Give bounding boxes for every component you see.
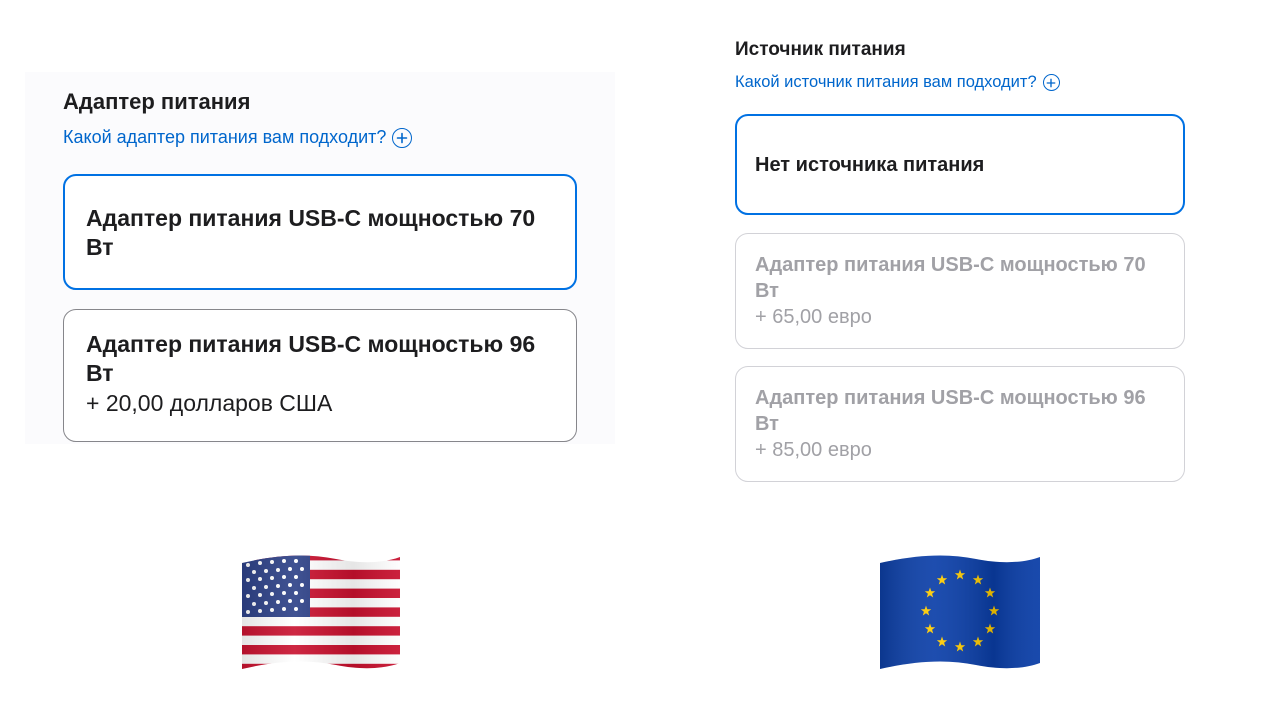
eu-section-title: Источник питания: [735, 39, 906, 60]
us-flag-icon: [242, 555, 400, 669]
us-option-70w[interactable]: Адаптер питания USB-C мощностью 70 Вт: [63, 174, 577, 290]
option-price: + 65,00 евро: [755, 306, 872, 328]
eu-help-link-text: Какой источник питания вам подходит?: [735, 73, 1037, 91]
us-option-96w[interactable]: Адаптер питания USB-C мощностью 96 Вт + …: [63, 309, 577, 442]
us-section-title: Адаптер питания: [63, 89, 251, 114]
option-price: + 85,00 евро: [755, 439, 872, 461]
us-help-link[interactable]: Какой адаптер питания вам подходит?: [63, 127, 413, 148]
eu-power-source-section: Источник питания Какой источник питания …: [705, 28, 1215, 500]
option-label: Адаптер питания USB-C мощностью 96 Вт: [86, 331, 536, 386]
option-label: Адаптер питания USB-C мощностью 70 Вт: [755, 254, 1146, 302]
option-label: Нет источника питания: [755, 154, 985, 176]
plus-circle-icon: [392, 127, 413, 148]
eu-flag-icon: [880, 555, 1040, 669]
us-power-adapter-section: Адаптер питания Какой адаптер питания ва…: [25, 72, 615, 444]
plus-circle-icon: [1042, 74, 1060, 91]
comparison-screenshot: Адаптер питания Какой адаптер питания ва…: [0, 0, 1280, 719]
eu-help-link[interactable]: Какой источник питания вам подходит?: [735, 73, 1060, 92]
option-price: + 20,00 долларов США: [86, 390, 333, 416]
eu-option-no-power-source[interactable]: Нет источника питания: [735, 114, 1185, 215]
eu-option-96w[interactable]: Адаптер питания USB-C мощностью 96 Вт + …: [735, 366, 1185, 482]
option-label: Адаптер питания USB-C мощностью 96 Вт: [755, 387, 1146, 435]
eu-option-70w[interactable]: Адаптер питания USB-C мощностью 70 Вт + …: [735, 233, 1185, 349]
option-label: Адаптер питания USB-C мощностью 70 Вт: [86, 205, 536, 260]
us-help-link-text: Какой адаптер питания вам подходит?: [63, 127, 387, 147]
